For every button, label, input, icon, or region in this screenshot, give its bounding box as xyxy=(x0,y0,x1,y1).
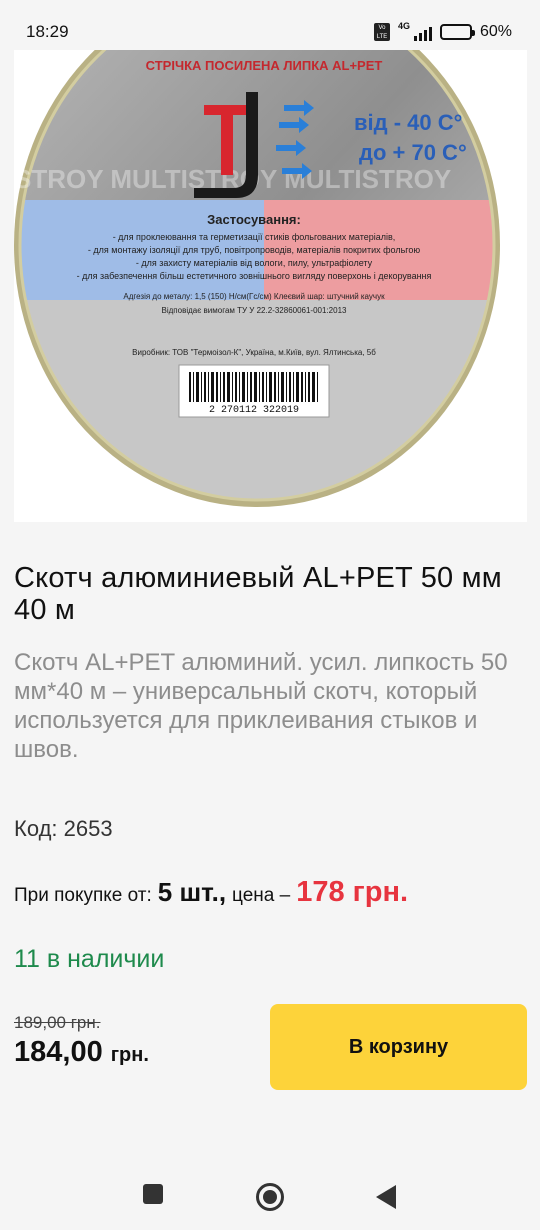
temp-from: від - 40 C° xyxy=(354,110,462,135)
current-price: 184,00 грн. xyxy=(14,1036,149,1069)
product-image[interactable]: СТРІЧКА ПОСИЛЕНА ЛИПКА AL+PET STROY MULT… xyxy=(14,50,527,522)
bulk-quantity: 5 шт., xyxy=(157,877,227,907)
bulk-offer: При покупке от: 5 шт., цена – 178 грн. xyxy=(14,876,408,909)
image-header-text: СТРІЧКА ПОСИЛЕНА ЛИПКА AL+PET xyxy=(146,58,383,73)
product-title: Скотч алюминиевый AL+PET 50 мм 40 м xyxy=(14,562,502,626)
bulk-label: При покупке от: xyxy=(14,885,152,906)
image-use-line3: - для захисту матеріалів від вологи, пил… xyxy=(136,258,373,268)
network-type: 4G xyxy=(397,21,410,31)
status-time: 18:29 xyxy=(26,22,69,41)
recent-apps-icon[interactable] xyxy=(143,1184,163,1204)
image-use-line2: - для монтажу ізоляції для труб, повітро… xyxy=(88,245,420,255)
image-use-title: Застосування: xyxy=(207,212,301,227)
image-use-line4: - для забезпечення більш естетичного зов… xyxy=(77,271,432,281)
barcode-number: 2 270112 322019 xyxy=(209,405,299,416)
barcode: 2 270112 322019 xyxy=(178,364,330,418)
price-currency: грн. xyxy=(110,1044,149,1066)
image-maker: Виробник: ТОВ "Термоізол-К", Україна, м.… xyxy=(132,348,376,357)
signal-icon: 4G xyxy=(397,21,432,41)
home-icon[interactable] xyxy=(256,1183,284,1211)
product-description: Скотч AL+PET алюминий. усил. липкость 50… xyxy=(14,649,508,763)
image-use-line1: - для проклеювання та герметизації стикі… xyxy=(113,232,396,242)
stock-status: 11 в наличии xyxy=(14,945,165,973)
product-code: Код: 2653 xyxy=(14,816,113,841)
battery-percent: 60% xyxy=(479,23,512,40)
back-icon[interactable] xyxy=(376,1185,396,1209)
battery-icon xyxy=(439,24,475,40)
bulk-price-label: цена – xyxy=(232,885,291,906)
image-standard: Відповідає вимогам ТУ У 22.2-32860061-00… xyxy=(162,306,348,315)
add-to-cart-button[interactable]: В корзину xyxy=(270,1004,527,1090)
status-icons: Vo LTE 4G 60% xyxy=(373,21,512,41)
volte-icon: Vo LTE xyxy=(373,23,390,41)
bulk-price: 178 грн. xyxy=(296,876,409,908)
old-price: 189,00 грн. xyxy=(14,1013,101,1032)
temp-to: до + 70 C° xyxy=(359,140,467,165)
price-amount: 184,00 xyxy=(14,1036,103,1068)
image-adhesion: Адгезія до металу: 1,5 (150) Н/см(Гс/см)… xyxy=(123,292,385,301)
